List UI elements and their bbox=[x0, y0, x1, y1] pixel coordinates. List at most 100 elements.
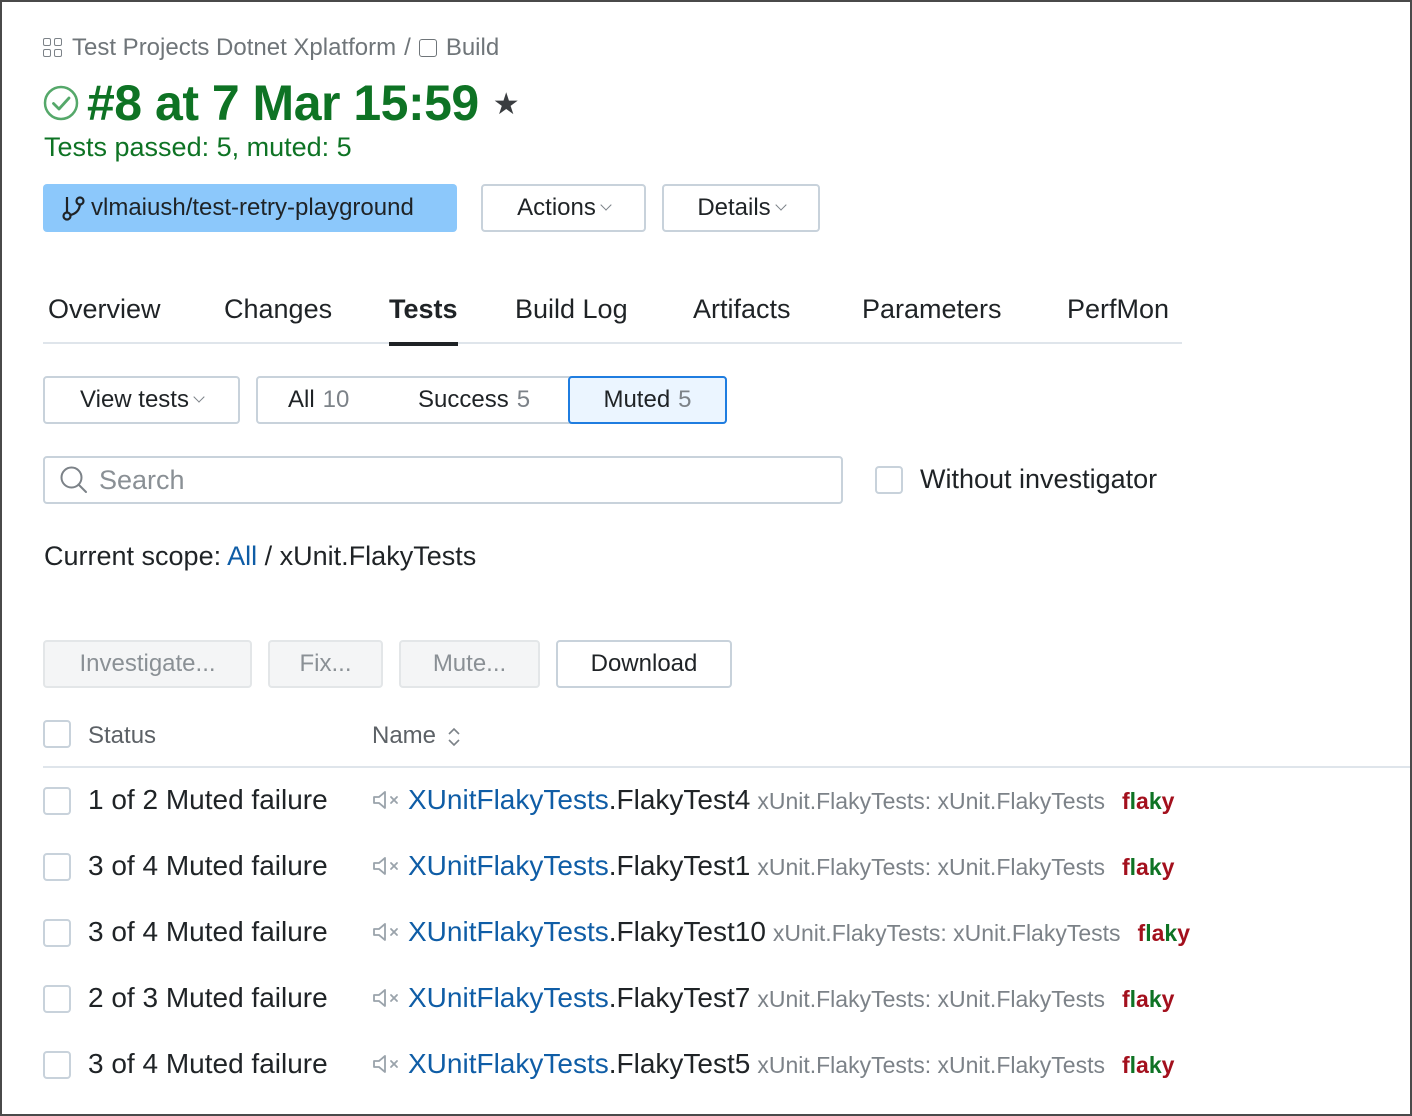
test-name-link[interactable]: FlakyTest7 bbox=[617, 982, 751, 1014]
row-checkbox[interactable] bbox=[43, 919, 71, 947]
tab-overview[interactable]: Overview bbox=[48, 294, 161, 344]
without-investigator-label: Without investigator bbox=[920, 464, 1158, 494]
search-icon bbox=[60, 466, 87, 493]
test-name-link[interactable]: FlakyTest10 bbox=[617, 916, 766, 948]
build-config-icon bbox=[418, 39, 437, 57]
row-checkbox[interactable] bbox=[43, 853, 71, 881]
star-icon[interactable]: ★ bbox=[493, 87, 520, 122]
column-status[interactable]: Status bbox=[88, 722, 156, 750]
test-row: 3 of 4 Muted failure XUnitFlakyTests. Flak… bbox=[43, 850, 1412, 890]
column-name[interactable]: Name bbox=[372, 722, 461, 750]
test-package-link[interactable]: XUnitFlakyTests bbox=[408, 1048, 609, 1080]
test-row: 1 of 2 Muted failure XUnitFlakyTests. Flak… bbox=[43, 784, 1412, 824]
test-dot: . bbox=[608, 1048, 617, 1079]
test-suite: xUnit.FlakyTests: xUnit.FlakyTests bbox=[757, 854, 1105, 880]
project-grid-icon bbox=[43, 38, 63, 58]
view-tests-dropdown[interactable]: View tests bbox=[43, 376, 240, 424]
build-title: #8 at 7 Mar 15:59 bbox=[87, 75, 479, 131]
without-investigator-checkbox[interactable] bbox=[875, 465, 903, 494]
filter-success[interactable]: Success 5 bbox=[418, 378, 530, 422]
fix-button[interactable]: Fix... bbox=[268, 640, 383, 688]
column-name-label: Name bbox=[372, 722, 437, 749]
flaky-badge[interactable]: flaky bbox=[1138, 920, 1190, 947]
scope-all-link[interactable]: All bbox=[227, 541, 257, 571]
investigate-button[interactable]: Investigate... bbox=[43, 640, 252, 688]
test-suite: xUnit.FlakyTests: xUnit.FlakyTests bbox=[757, 1052, 1105, 1078]
row-checkbox[interactable] bbox=[43, 787, 71, 815]
test-status: 2 of 3 Muted failure bbox=[88, 982, 328, 1013]
filter-muted-count: 5 bbox=[678, 386, 692, 413]
test-status: 3 of 4 Muted failure bbox=[88, 850, 328, 881]
filter-success-count: 5 bbox=[516, 386, 531, 413]
filter-success-label: Success bbox=[418, 386, 509, 413]
row-checkbox[interactable] bbox=[43, 1051, 71, 1079]
test-status: 3 of 4 Muted failure bbox=[88, 1048, 328, 1079]
breadcrumb: Test Projects Dotnet Xplatform / Build bbox=[43, 33, 499, 63]
test-suite: xUnit.FlakyTests: xUnit.FlakyTests bbox=[757, 788, 1105, 814]
test-suite: xUnit.FlakyTests: xUnit.FlakyTests bbox=[772, 920, 1121, 946]
details-label: Details bbox=[697, 194, 771, 221]
tab-artifacts[interactable]: Artifacts bbox=[693, 294, 791, 344]
muted-icon bbox=[373, 857, 398, 875]
test-name: XUnitFlakyTests. FlakyTest1 xUnit.FlakyTes… bbox=[372, 850, 1174, 882]
test-name: XUnitFlakyTests. FlakyTest4 xUnit.FlakyTes… bbox=[372, 784, 1174, 816]
test-name-link[interactable]: FlakyTest1 bbox=[617, 850, 751, 882]
row-checkbox[interactable] bbox=[43, 985, 71, 1013]
test-name: XUnitFlakyTests. FlakyTest7 xUnit.FlakyTes… bbox=[372, 982, 1174, 1014]
current-scope: Current scope: All / xUnit.FlakyTests bbox=[44, 541, 476, 572]
test-dot: . bbox=[608, 784, 617, 815]
view-tests-label: View tests bbox=[80, 386, 189, 413]
sort-icon bbox=[448, 727, 460, 746]
test-name: XUnitFlakyTests. FlakyTest5 xUnit.FlakyTes… bbox=[372, 1048, 1174, 1080]
search-box bbox=[43, 456, 843, 504]
test-dot: . bbox=[608, 916, 617, 947]
filter-muted[interactable]: Muted 5 bbox=[568, 376, 727, 424]
actions-dropdown-button[interactable]: Actions bbox=[481, 184, 646, 232]
flaky-badge[interactable]: flaky bbox=[1122, 788, 1174, 815]
test-row: 2 of 3 Muted failure XUnitFlakyTests. Flak… bbox=[43, 982, 1412, 1022]
scope-current: xUnit.FlakyTests bbox=[279, 541, 477, 571]
test-name-link[interactable]: FlakyTest5 bbox=[617, 1048, 751, 1080]
chevron-down-icon bbox=[600, 199, 612, 211]
test-dot: . bbox=[608, 982, 617, 1013]
test-package-link[interactable]: XUnitFlakyTests bbox=[408, 850, 609, 882]
mute-button[interactable]: Mute... bbox=[399, 640, 540, 688]
without-investigator-toggle[interactable]: Without investigator bbox=[875, 464, 1157, 495]
flaky-badge[interactable]: flaky bbox=[1122, 1052, 1174, 1079]
test-package-link[interactable]: XUnitFlakyTests bbox=[408, 916, 609, 948]
test-name: XUnitFlakyTests. FlakyTest10 xUnit.FlakyTe… bbox=[372, 916, 1190, 948]
scope-separator: / bbox=[264, 541, 273, 571]
test-dot: . bbox=[608, 850, 617, 881]
filter-all-label: All bbox=[288, 386, 315, 413]
tab-parameters[interactable]: Parameters bbox=[862, 294, 1002, 344]
test-suite: xUnit.FlakyTests: xUnit.FlakyTests bbox=[757, 986, 1105, 1012]
details-dropdown-button[interactable]: Details bbox=[662, 184, 820, 232]
tab-build-log[interactable]: Build Log bbox=[515, 294, 628, 344]
test-status: 1 of 2 Muted failure bbox=[88, 784, 328, 815]
search-input[interactable] bbox=[99, 464, 799, 496]
filter-all[interactable]: All 10 bbox=[288, 378, 349, 422]
flaky-badge[interactable]: flaky bbox=[1122, 854, 1174, 881]
test-status-filter: All 10 Success 5 Muted 5 bbox=[256, 376, 727, 424]
branch-badge[interactable]: vlmaiush/test-retry-playground bbox=[43, 184, 457, 232]
test-status: 3 of 4 Muted failure bbox=[88, 916, 328, 947]
chevron-down-icon bbox=[193, 391, 205, 403]
test-package-link[interactable]: XUnitFlakyTests bbox=[408, 784, 609, 816]
select-all-checkbox[interactable] bbox=[43, 720, 71, 748]
test-row: 3 of 4 Muted failure XUnitFlakyTests. Flak… bbox=[43, 1048, 1412, 1088]
breadcrumb-project-link[interactable]: Test Projects Dotnet Xplatform bbox=[72, 34, 396, 62]
download-button[interactable]: Download bbox=[556, 640, 732, 688]
muted-icon bbox=[373, 923, 398, 941]
tab-tests[interactable]: Tests bbox=[389, 294, 458, 346]
flaky-badge[interactable]: flaky bbox=[1122, 986, 1174, 1013]
test-name-link[interactable]: FlakyTest4 bbox=[617, 784, 751, 816]
test-package-link[interactable]: XUnitFlakyTests bbox=[408, 982, 609, 1014]
muted-icon bbox=[373, 989, 398, 1007]
tab-changes[interactable]: Changes bbox=[224, 294, 332, 344]
filter-muted-label: Muted bbox=[603, 386, 671, 413]
breadcrumb-build-config-link[interactable]: Build bbox=[446, 34, 499, 62]
success-check-icon bbox=[43, 85, 79, 121]
tab-perfmon[interactable]: PerfMon bbox=[1067, 294, 1169, 344]
build-title-row: #8 at 7 Mar 15:59 ★ bbox=[43, 74, 520, 132]
breadcrumb-separator: / bbox=[404, 34, 411, 61]
